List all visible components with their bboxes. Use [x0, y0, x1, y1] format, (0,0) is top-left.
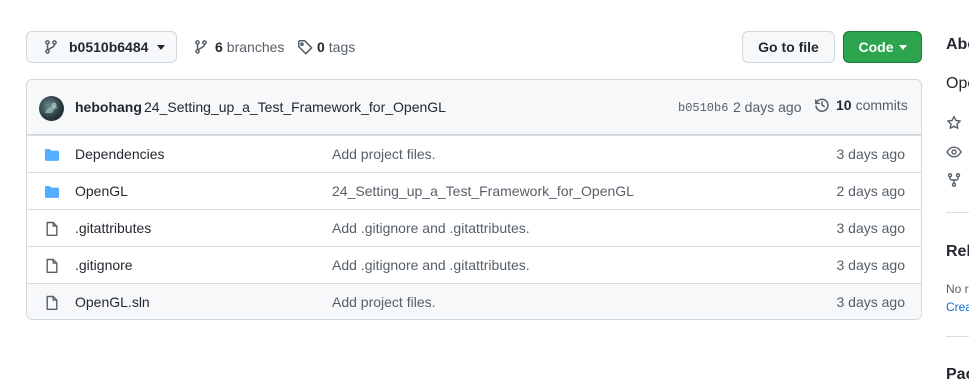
- file-icon: [44, 221, 60, 237]
- commit-age: 2 days ago: [733, 99, 802, 115]
- file-name[interactable]: .gitignore: [75, 257, 133, 273]
- file-name[interactable]: Dependencies: [75, 146, 165, 162]
- file-row[interactable]: OpenGL 24_Setting_up_a_Test_Framework_fo…: [27, 172, 921, 209]
- commits-count: 10: [836, 97, 852, 113]
- file-age: 3 days ago: [836, 146, 906, 162]
- file-icon: [44, 295, 60, 311]
- sidebar-divider: [946, 336, 969, 337]
- packages-heading: Pac: [946, 366, 969, 383]
- commits-label: commits: [855, 97, 908, 113]
- eye-icon[interactable]: [946, 144, 962, 160]
- releases-heading: Rel: [946, 243, 969, 260]
- tag-icon: [297, 39, 313, 55]
- fork-icon[interactable]: [946, 172, 962, 188]
- file-name[interactable]: .gitattributes: [75, 220, 151, 236]
- file-row[interactable]: .gitignore Add .gitignore and .gitattrib…: [27, 246, 921, 283]
- sidebar-divider: [946, 212, 969, 213]
- file-age: 3 days ago: [836, 220, 906, 236]
- branches-label: branches: [226, 39, 285, 55]
- folder-icon: [44, 184, 60, 200]
- code-button-label: Code: [858, 39, 894, 55]
- commit-author[interactable]: hebohang: [75, 99, 142, 115]
- tags-count: 0: [317, 39, 325, 55]
- file-name[interactable]: OpenGL.sln: [75, 294, 150, 310]
- file-row[interactable]: Dependencies Add project files. 3 days a…: [27, 135, 921, 172]
- tags-label: tags: [328, 39, 356, 55]
- file-age: 3 days ago: [836, 294, 906, 310]
- commits-history-link[interactable]: 10 commits: [814, 97, 908, 113]
- file-commit-message[interactable]: Add .gitignore and .gitattributes.: [332, 220, 530, 236]
- avatar[interactable]: [39, 96, 64, 121]
- go-to-file-button[interactable]: Go to file: [742, 31, 835, 63]
- git-branch-icon: [193, 39, 209, 55]
- caret-down-icon: [157, 44, 166, 50]
- tags-link[interactable]: 0 tags: [297, 31, 355, 63]
- file-commit-message[interactable]: Add project files.: [332, 294, 436, 310]
- commit-sha[interactable]: b0510b6: [678, 101, 728, 115]
- file-age: 2 days ago: [836, 183, 906, 199]
- git-branch-icon: [43, 39, 59, 55]
- file-commit-message[interactable]: Add .gitignore and .gitattributes.: [332, 257, 530, 273]
- folder-icon: [44, 147, 60, 163]
- no-releases-text: No r: [946, 282, 969, 296]
- file-name[interactable]: OpenGL: [75, 183, 128, 199]
- code-button[interactable]: Code: [843, 31, 922, 63]
- file-commit-message[interactable]: Add project files.: [332, 146, 436, 162]
- branch-name: b0510b6484: [69, 39, 149, 55]
- branches-count: 6: [215, 39, 223, 55]
- about-heading: Abo: [946, 36, 969, 53]
- about-description: Ope: [946, 75, 969, 92]
- commit-message[interactable]: 24_Setting_up_a_Test_Framework_for_OpenG…: [144, 99, 446, 115]
- branch-select-button[interactable]: b0510b6484: [26, 31, 177, 63]
- file-row[interactable]: OpenGL.sln Add project files. 3 days ago: [27, 283, 921, 319]
- file-age: 3 days ago: [836, 257, 906, 273]
- history-icon: [814, 97, 830, 113]
- file-row[interactable]: .gitattributes Add .gitignore and .gitat…: [27, 209, 921, 246]
- star-icon[interactable]: [946, 115, 962, 131]
- create-release-link[interactable]: Crea: [946, 300, 969, 314]
- branches-link[interactable]: 6 branches: [193, 31, 284, 63]
- file-commit-message[interactable]: 24_Setting_up_a_Test_Framework_for_OpenG…: [332, 183, 634, 199]
- file-browser: hebohang 24_Setting_up_a_Test_Framework_…: [26, 79, 922, 320]
- file-icon: [44, 258, 60, 274]
- caret-down-icon: [898, 44, 907, 50]
- latest-commit-bar: hebohang 24_Setting_up_a_Test_Framework_…: [27, 80, 921, 135]
